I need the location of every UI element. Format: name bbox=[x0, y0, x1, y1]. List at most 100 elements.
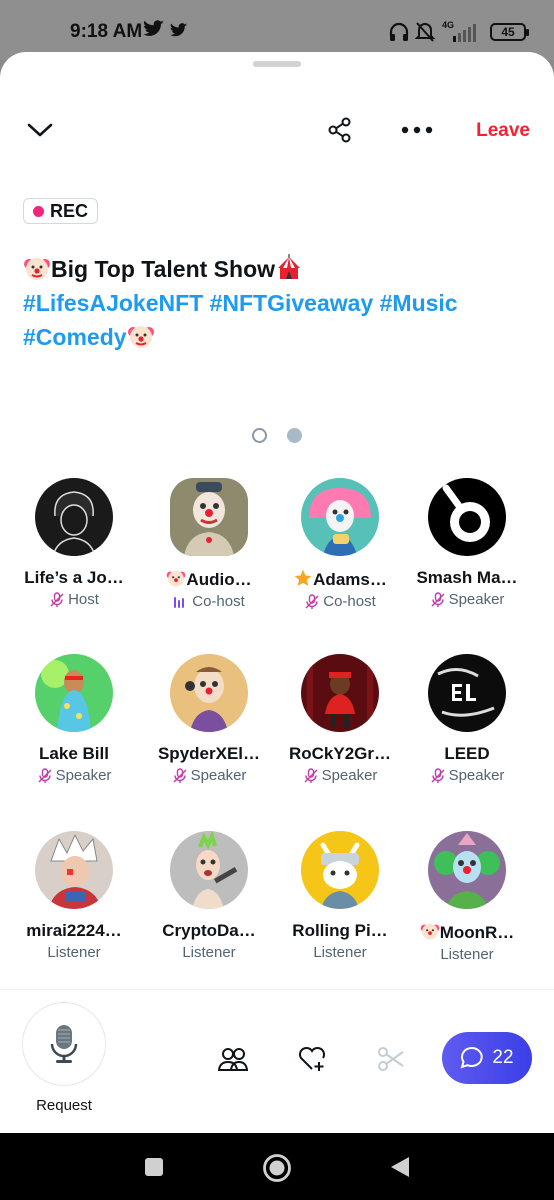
sheet-grabber[interactable] bbox=[253, 61, 301, 67]
participant-card[interactable]: CryptoDa… Listener bbox=[145, 831, 273, 961]
participant-name: CryptoDa… bbox=[162, 921, 256, 940]
comments-count: 22 bbox=[492, 1047, 514, 1068]
rec-dot-icon bbox=[33, 205, 44, 217]
collapse-button[interactable] bbox=[22, 114, 58, 146]
participant-role: Speaker bbox=[403, 767, 531, 784]
participant-card[interactable]: Lake Bill Speaker bbox=[10, 654, 138, 784]
participant-role: Speaker bbox=[145, 767, 273, 784]
more-options-button[interactable] bbox=[399, 114, 435, 146]
request-mic-button[interactable] bbox=[22, 1002, 106, 1086]
page-dot-1[interactable] bbox=[252, 428, 267, 443]
bell-off-icon bbox=[415, 22, 435, 42]
participants-button[interactable] bbox=[216, 1042, 250, 1076]
participant-name: Audio… bbox=[145, 568, 273, 590]
avatar bbox=[428, 831, 506, 909]
participant-role-label: Co-host bbox=[323, 593, 376, 610]
leave-button[interactable]: Leave bbox=[476, 120, 530, 142]
participant-role: Listener bbox=[276, 944, 404, 961]
participant-card[interactable]: RoCkY2Gr… Speaker bbox=[276, 654, 404, 784]
headphones-icon bbox=[389, 22, 409, 41]
mic-off-icon bbox=[304, 767, 318, 783]
system-nav-bar bbox=[0, 1133, 554, 1200]
page-dot-2[interactable] bbox=[287, 428, 302, 443]
avatar bbox=[428, 654, 506, 732]
status-bar: 9:18 AM 4G 45 bbox=[0, 0, 554, 60]
clip-button[interactable] bbox=[374, 1042, 408, 1076]
chevron-down-icon bbox=[27, 123, 53, 137]
status-time: 9:18 AM bbox=[70, 21, 143, 42]
participant-role-label: Speaker bbox=[190, 767, 247, 784]
back-icon[interactable] bbox=[389, 1155, 411, 1179]
participant-name: Lake Bill bbox=[39, 744, 109, 763]
people-icon bbox=[218, 1048, 248, 1071]
home-icon[interactable] bbox=[262, 1153, 292, 1183]
page-indicator bbox=[252, 428, 302, 443]
participant-name: RoCkY2Gr… bbox=[288, 744, 392, 763]
participant-role: Speaker bbox=[276, 767, 404, 784]
mic-off-icon bbox=[50, 591, 64, 607]
share-icon bbox=[328, 117, 351, 143]
comments-button[interactable]: 22 bbox=[442, 1032, 532, 1084]
mic-off-icon bbox=[431, 767, 445, 783]
participant-name: SpyderXEl… bbox=[157, 744, 261, 763]
rec-label: REC bbox=[50, 200, 89, 221]
space-hashtags-line2[interactable]: #Comedy bbox=[23, 324, 127, 350]
space-title: Big Top Talent Show #LifesAJokeNFT #NFTG… bbox=[23, 252, 523, 354]
participant-card[interactable]: mirai2224… Listener bbox=[10, 831, 138, 961]
heart-plus-icon bbox=[298, 1046, 326, 1071]
clown-face-icon bbox=[420, 923, 439, 940]
clown-face-icon bbox=[127, 326, 154, 348]
participant-name: MoonR… bbox=[403, 921, 531, 943]
microphone-icon bbox=[50, 1025, 78, 1063]
space-sheet: Leave REC Big Top Talent Show #LifesAJok… bbox=[0, 52, 554, 1133]
audio-bars-icon bbox=[174, 596, 185, 608]
participant-name: Smash Ma… bbox=[416, 568, 518, 587]
mic-off-icon bbox=[305, 593, 319, 609]
participant-role-label: Speaker bbox=[55, 767, 112, 784]
participant-role: Speaker bbox=[10, 767, 138, 784]
twitter-icon bbox=[143, 20, 164, 36]
participant-name: Life’s a Jo… bbox=[24, 568, 124, 587]
rec-badge: REC bbox=[23, 198, 99, 224]
twitter-icon bbox=[170, 23, 188, 37]
participant-role: Listener bbox=[10, 944, 138, 961]
mic-off-icon bbox=[38, 767, 52, 783]
participant-card[interactable]: MoonR… Listener bbox=[403, 831, 531, 963]
participant-role: Listener bbox=[403, 946, 531, 963]
avatar bbox=[428, 478, 506, 556]
participant-role-label: Listener bbox=[47, 944, 101, 961]
avatar bbox=[35, 478, 113, 556]
clown-face-icon bbox=[24, 258, 50, 280]
participant-role: Host bbox=[10, 591, 138, 608]
chat-bubble-icon bbox=[460, 1046, 484, 1069]
avatar bbox=[35, 654, 113, 732]
participant-name: Adams… bbox=[276, 568, 404, 590]
participant-card[interactable]: Adams… Co-host bbox=[276, 478, 404, 610]
participant-card[interactable]: Audio… Co-host bbox=[145, 478, 273, 610]
request-label: Request bbox=[36, 1097, 92, 1114]
participant-role: Listener bbox=[145, 944, 273, 961]
participant-card[interactable]: Smash Ma… Speaker bbox=[403, 478, 531, 608]
avatar bbox=[301, 478, 379, 556]
participant-card[interactable]: LEED Speaker bbox=[403, 654, 531, 784]
participant-name: LEED bbox=[444, 744, 490, 763]
participant-card[interactable]: SpyderXEl… Speaker bbox=[145, 654, 273, 784]
participant-card[interactable]: Life’s a Jo… Host bbox=[10, 478, 138, 608]
participant-card[interactable]: Rolling Pi… Listener bbox=[276, 831, 404, 961]
clown-face-icon bbox=[167, 570, 186, 587]
space-title-text: Big Top Talent Show bbox=[51, 256, 276, 282]
participant-name: Rolling Pi… bbox=[292, 921, 388, 940]
react-button[interactable] bbox=[295, 1042, 329, 1076]
participant-role-label: Co-host bbox=[192, 593, 245, 610]
recents-icon[interactable] bbox=[144, 1157, 164, 1177]
space-hashtags-line1[interactable]: #LifesAJokeNFT #NFTGiveaway #Music bbox=[23, 286, 523, 320]
more-icon bbox=[401, 126, 433, 134]
star-icon bbox=[294, 569, 312, 586]
circus-tent-icon bbox=[278, 254, 301, 279]
scissors-icon bbox=[378, 1047, 404, 1071]
participant-role-label: Listener bbox=[313, 944, 367, 961]
participant-name: mirai2224… bbox=[26, 921, 122, 940]
share-button[interactable] bbox=[322, 114, 358, 146]
battery-indicator: 45 bbox=[490, 23, 529, 41]
avatar bbox=[170, 654, 248, 732]
